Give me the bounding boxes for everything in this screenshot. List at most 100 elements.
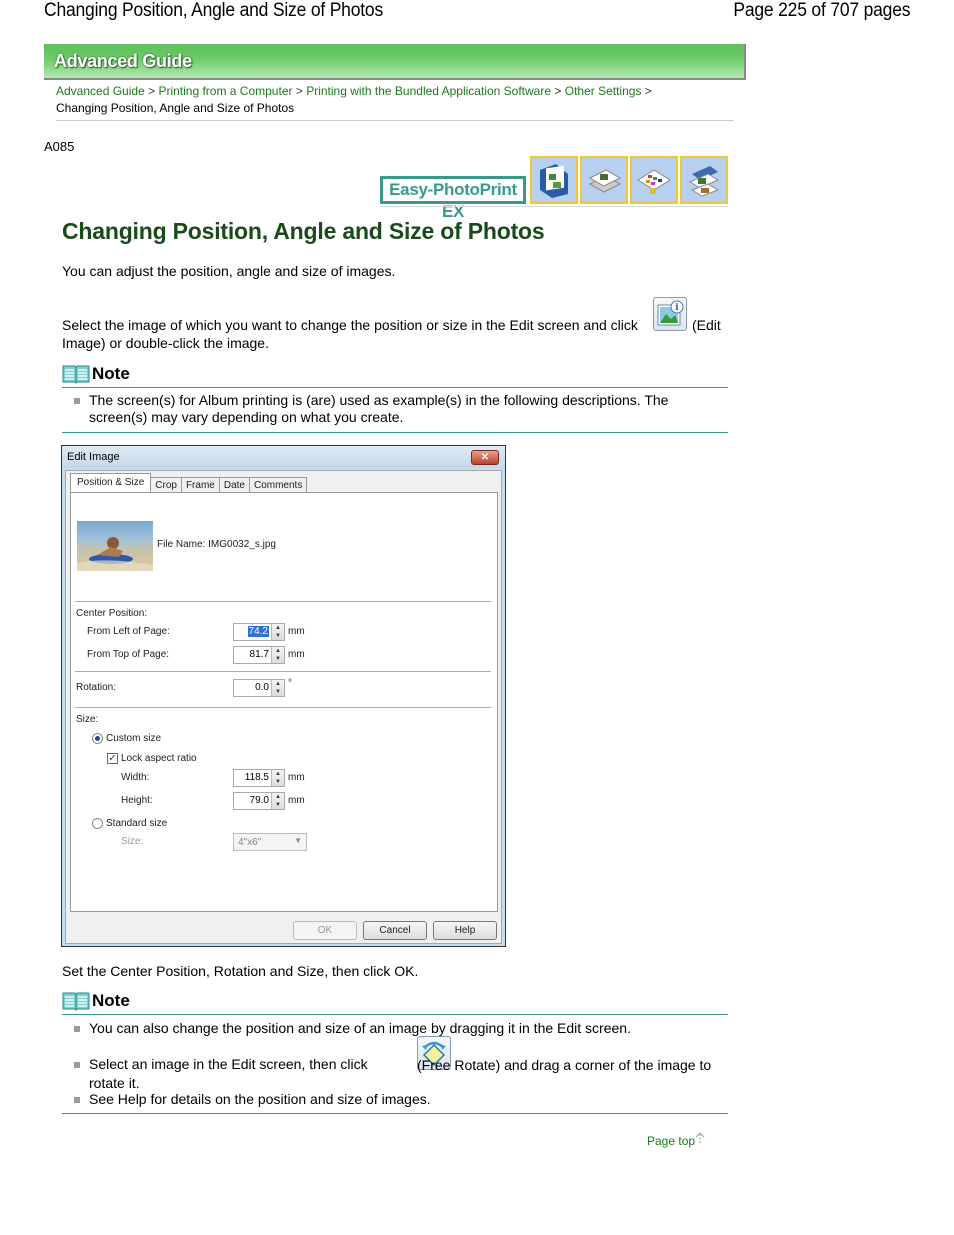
stickers-icon [580, 156, 628, 204]
help-button[interactable]: Help [433, 921, 497, 940]
dialog-tabs: Position & Size Crop Frame Date Comments [70, 473, 308, 493]
rotation-label: Rotation: [76, 682, 117, 693]
spin-arrows-icon[interactable]: ▲ ▼ [271, 770, 284, 786]
page-indicator: Page 225 of 707 pages [733, 0, 910, 21]
tab-crop[interactable]: Crop [150, 477, 182, 493]
photo-thumbnail [77, 521, 153, 571]
note-list-item: See Help for details on the position and… [74, 1091, 724, 1108]
tab-comments[interactable]: Comments [248, 477, 308, 493]
standard-size-radio[interactable] [92, 818, 103, 829]
breadcrumb-other-settings[interactable]: Other Settings [565, 84, 642, 98]
unit-label: mm [288, 795, 305, 806]
arrow-up-icon [695, 1132, 705, 1144]
breadcrumb-current: Changing Position, Angle and Size of Pho… [56, 101, 295, 115]
bullet-icon [74, 1026, 80, 1032]
note-item-text: See Help for details on the position and… [89, 1091, 431, 1107]
unit-label: mm [288, 649, 305, 660]
tab-frame[interactable]: Frame [180, 477, 220, 493]
dialog-title: Edit Image [62, 446, 505, 468]
note-list-item: The screen(s) for Album printing is (are… [74, 392, 724, 426]
width-label: Width: [121, 772, 150, 783]
note-divider [62, 1113, 728, 1114]
from-top-label: From Top of Page: [87, 649, 170, 660]
book-icon [62, 992, 90, 1011]
from-top-input[interactable]: 81.7 ▲ ▼ [233, 646, 285, 664]
standard-size-label: Standard size [106, 818, 168, 829]
lock-aspect-label: Lock aspect ratio [121, 753, 197, 764]
breadcrumb: Advanced Guide > Printing from a Compute… [56, 83, 736, 117]
bullet-icon [74, 398, 80, 404]
chevron-down-icon: ▼ [294, 836, 302, 845]
breadcrumb-divider [56, 120, 734, 121]
close-icon[interactable]: ✕ [471, 450, 499, 465]
tab-date[interactable]: Date [218, 477, 250, 493]
file-name-value: IMG0032_s.jpg [208, 539, 276, 550]
document-code: A085 [44, 139, 75, 154]
section-divider [75, 671, 491, 673]
rotation-input[interactable]: 0.0 ▲ ▼ [233, 679, 285, 697]
note-item-text: The screen(s) for Album printing is (are… [89, 392, 669, 425]
edit-image-dialog: Edit Image ✕ Position & Size Crop Frame … [61, 445, 506, 947]
intro-text: You can adjust the position, angle and s… [62, 263, 396, 279]
note-heading-label: Note [92, 364, 130, 383]
custom-size-label: Custom size [106, 733, 162, 744]
section-divider [75, 601, 491, 603]
logo-divider [380, 206, 728, 207]
tab-position-size[interactable]: Position & Size [70, 473, 152, 493]
spin-arrows-icon[interactable]: ▲ ▼ [271, 680, 284, 696]
spin-arrows-icon[interactable]: ▲ ▼ [271, 793, 284, 809]
svg-text:i: i [675, 303, 679, 313]
note-heading: Note [62, 991, 130, 1011]
document-header-title: Changing Position, Angle and Size of Pho… [44, 0, 384, 21]
easy-photoprint-logo: Easy-PhotoPrint EX [380, 176, 526, 221]
note-item-continuation: (Free Rotate) and drag a corner of the i… [89, 1057, 712, 1091]
note-item-text: You can also change the position and siz… [89, 1020, 631, 1036]
size-select[interactable]: 4"x6" ▼ [233, 833, 307, 851]
breadcrumb-separator: > [148, 84, 156, 98]
spin-arrows-icon[interactable]: ▲ ▼ [271, 647, 284, 663]
dialog-body: Position & Size Crop Frame Date Comments… [65, 470, 502, 944]
layout-print-icon [630, 156, 678, 204]
advanced-guide-banner: Advanced Guide [44, 44, 746, 80]
breadcrumb-advanced-guide[interactable]: Advanced Guide [56, 84, 145, 98]
step2-text: Set the Center Position, Rotation and Si… [62, 963, 419, 979]
custom-size-radio[interactable] [92, 733, 103, 744]
note-heading: Note [62, 364, 130, 384]
height-input[interactable]: 79.0 ▲ ▼ [233, 792, 285, 810]
size-combo-label: Size: [121, 836, 144, 847]
file-name-label: File Name: IMG0032_s.jpg [157, 539, 276, 550]
note-list-item: You can also change the position and siz… [74, 1020, 724, 1037]
unit-label: mm [288, 772, 305, 783]
unit-label: mm [288, 626, 305, 637]
breadcrumb-bundled-software[interactable]: Printing with the Bundled Application So… [306, 84, 551, 98]
from-left-label: From Left of Page: [87, 626, 170, 637]
degree-unit-label: ° [288, 678, 292, 689]
note-divider [62, 1014, 728, 1015]
breadcrumb-separator: > [295, 84, 303, 98]
note-divider [62, 387, 728, 388]
banner-label: Advanced Guide [54, 51, 192, 71]
note-divider [62, 432, 728, 433]
width-input[interactable]: 118.5 ▲ ▼ [233, 769, 285, 787]
ok-button[interactable]: OK [293, 921, 357, 940]
bullet-icon [74, 1097, 80, 1103]
breadcrumb-separator: > [554, 84, 562, 98]
section-divider [75, 707, 491, 709]
bullet-icon [74, 1062, 80, 1068]
spin-arrows-icon[interactable]: ▲ ▼ [271, 624, 284, 640]
cancel-button[interactable]: Cancel [363, 921, 427, 940]
lock-aspect-checkbox[interactable]: ✓ [107, 753, 118, 764]
page-top-link[interactable]: Page top [647, 1132, 705, 1148]
center-position-label: Center Position: [76, 608, 148, 619]
page-title: Changing Position, Angle and Size of Pho… [62, 218, 545, 244]
height-label: Height: [121, 795, 153, 806]
step1-continuation: (Edit Image) or double-click the image. [62, 317, 721, 351]
album-icon [530, 156, 578, 204]
from-left-input[interactable]: 74.2 ▲ ▼ [233, 623, 285, 641]
position-size-panel: File Name: IMG0032_s.jpg Center Position… [70, 492, 498, 912]
calendar-icon [680, 156, 728, 204]
size-label: Size: [76, 714, 99, 725]
book-icon [62, 365, 90, 384]
note-heading-label: Note [92, 991, 130, 1010]
breadcrumb-printing-from-computer[interactable]: Printing from a Computer [158, 84, 292, 98]
